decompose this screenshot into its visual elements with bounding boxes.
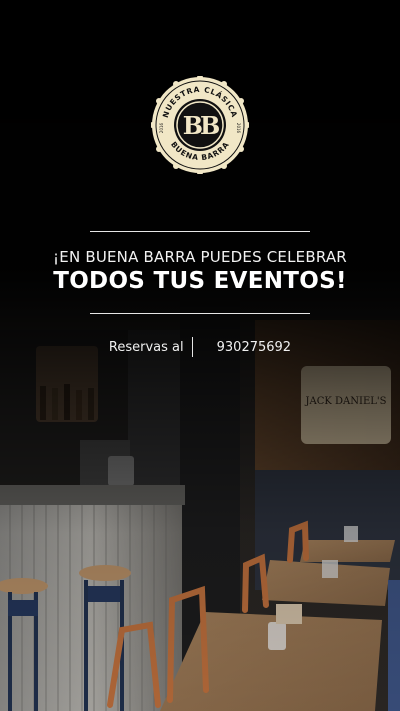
divider-top	[90, 231, 310, 232]
promo-headline: TODOS TUS EVENTOS!	[53, 268, 347, 294]
reservation-line: Reservas al 930275692	[0, 336, 400, 358]
reservation-label: Reservas al	[108, 339, 184, 355]
logo-monogram: BB	[183, 111, 219, 140]
promo-screen: JACK DANIEL'S	[0, 0, 400, 711]
logo-year-right: 2016	[236, 123, 241, 134]
divider-bottom	[90, 313, 310, 314]
reservation-phone[interactable]: 930275692	[193, 340, 291, 355]
logo-year-left: 2016	[159, 122, 164, 133]
promo-subheading: ¡EN BUENA BARRA PUEDES CELEBRAR	[53, 248, 347, 266]
buena-barra-logo: NUESTRA CLÁSICA BUENA BARRA 2016 2016 BB	[151, 76, 249, 174]
